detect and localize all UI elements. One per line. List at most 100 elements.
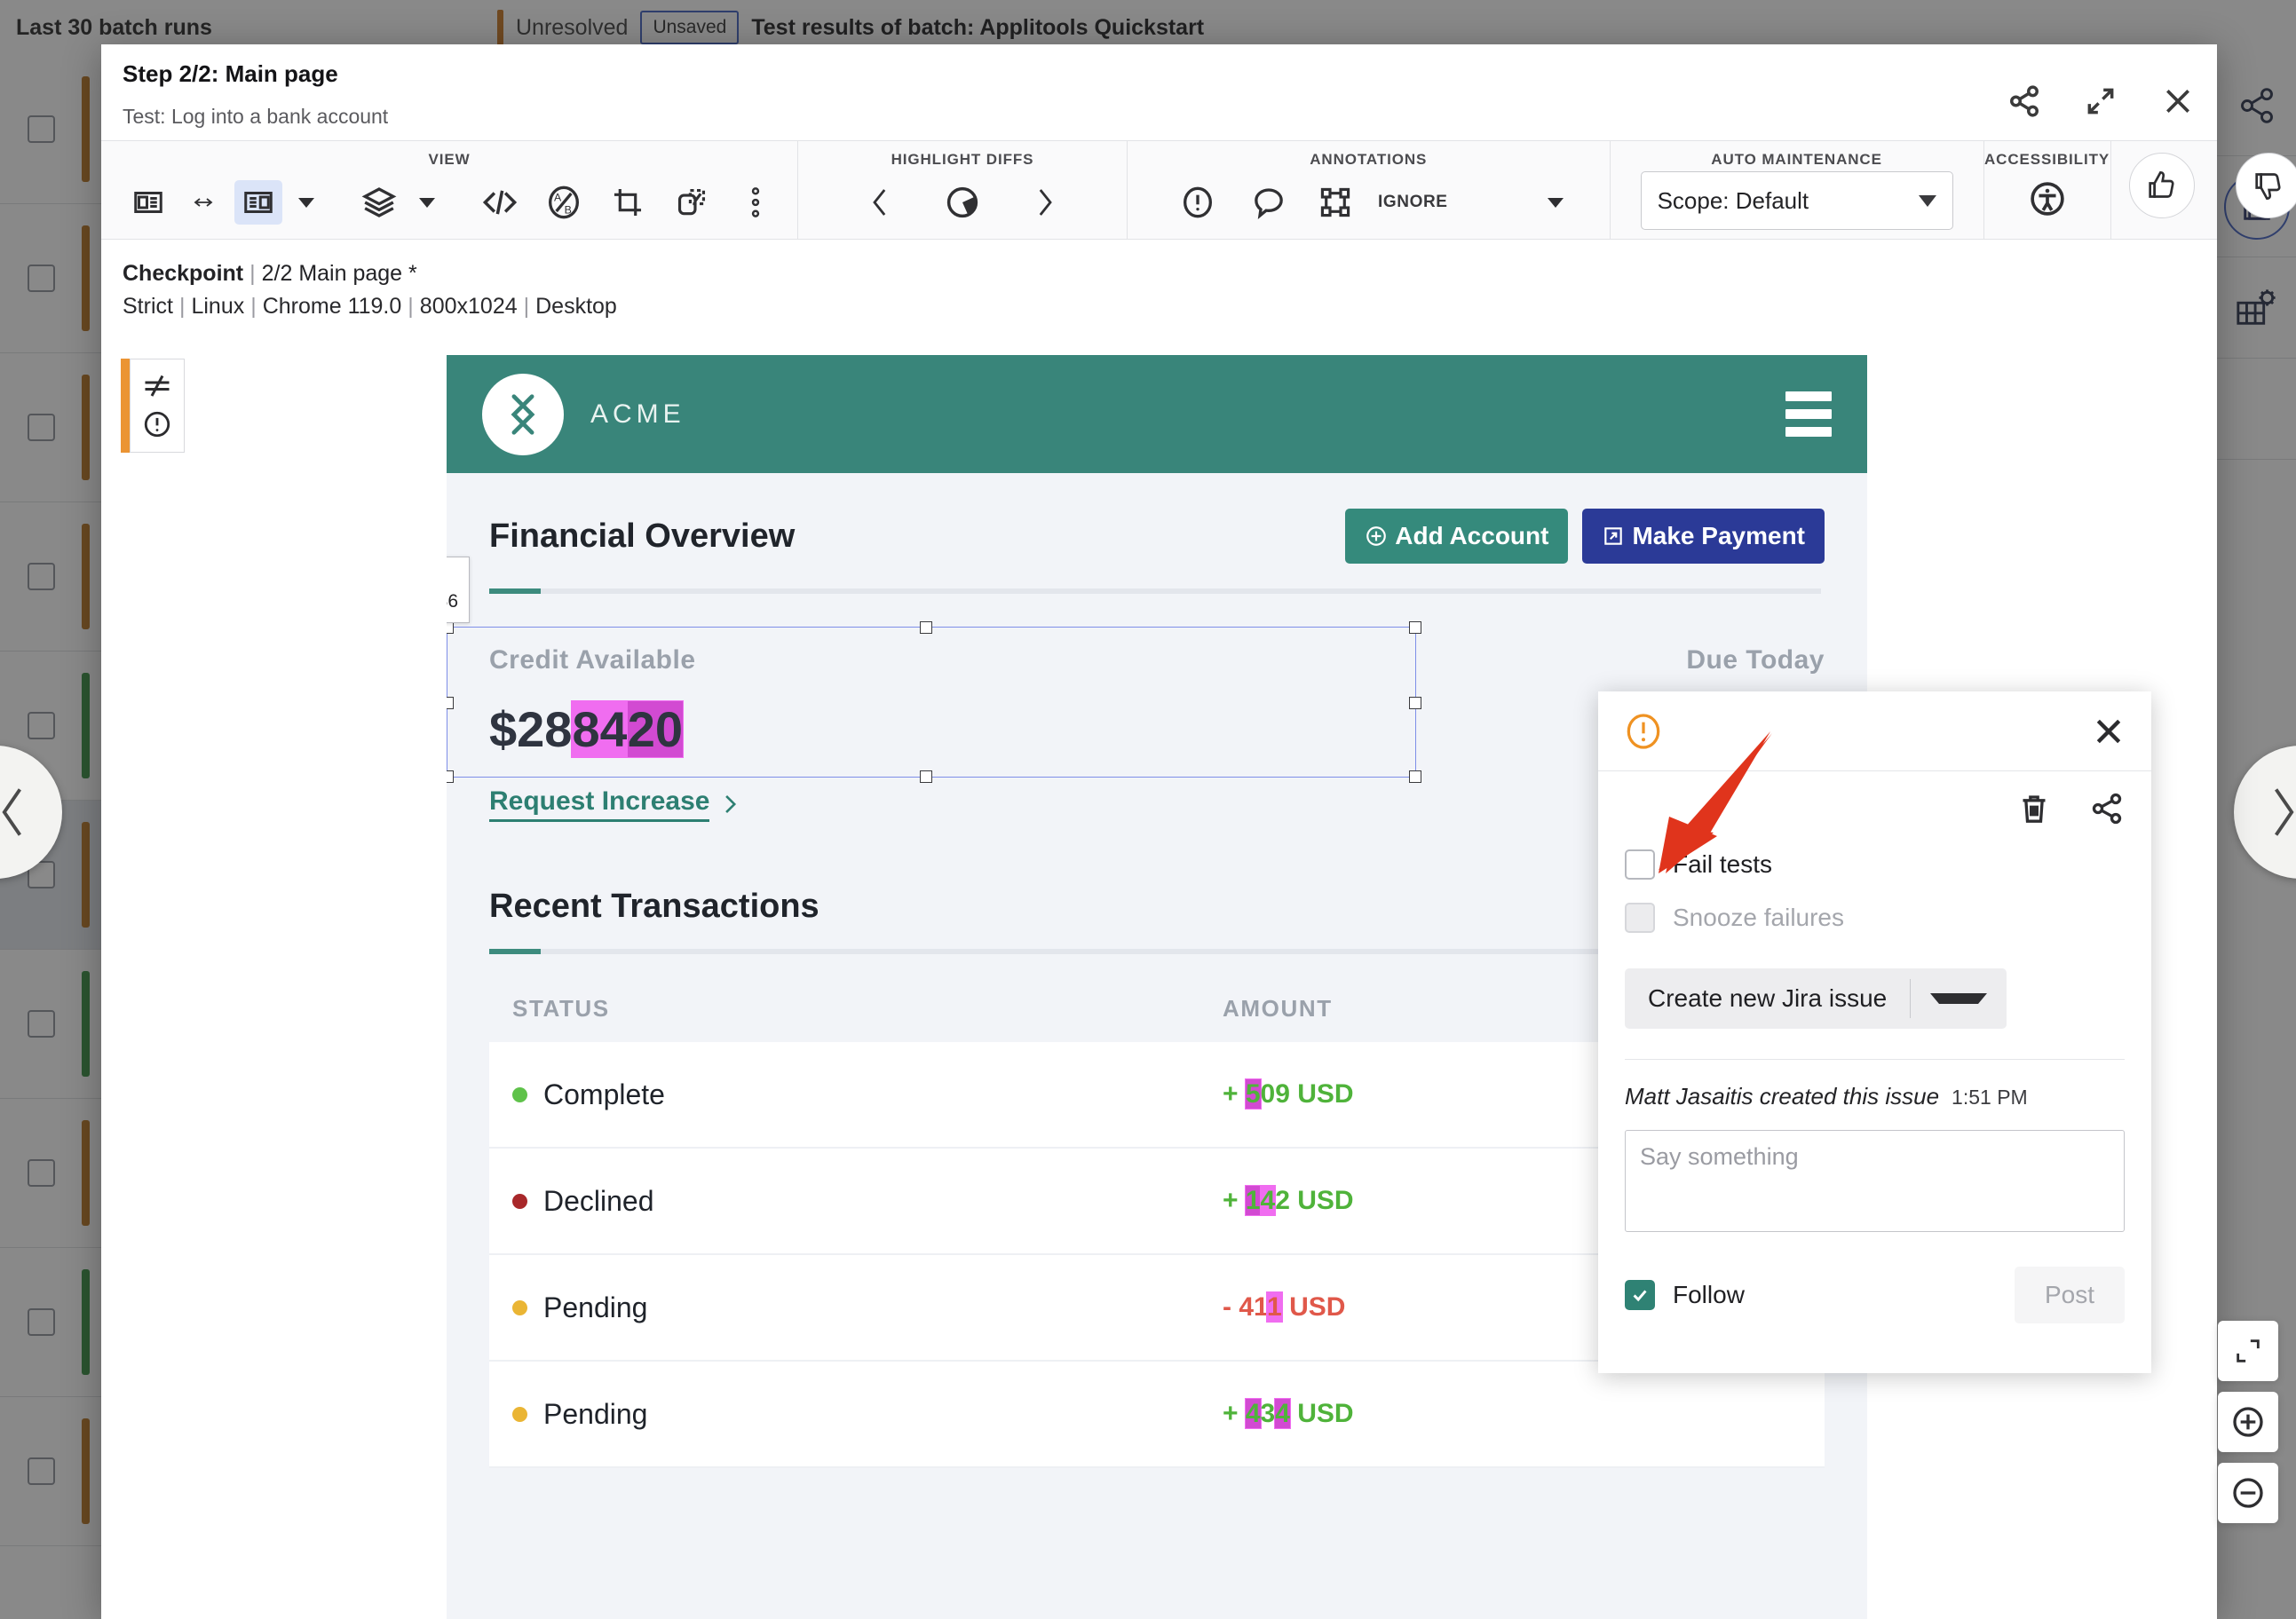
snooze-failures-checkbox: [1625, 903, 1655, 933]
follow-row[interactable]: Follow: [1625, 1280, 1745, 1310]
checkpoint-device: Desktop: [535, 294, 617, 319]
share-icon[interactable]: [2089, 791, 2125, 826]
credit-value-prefix: $28: [489, 701, 573, 757]
checkpoint-os: Linux: [191, 294, 245, 319]
checkpoint-label: Checkpoint: [123, 261, 244, 286]
acme-brand-name: ACME: [590, 399, 685, 429]
comment-input[interactable]: [1625, 1130, 2125, 1232]
diff-marker-rail[interactable]: [121, 359, 185, 453]
region-h: H: 136: [447, 591, 459, 612]
issue-author-line: Matt Jasaitis created this issue: [1625, 1083, 1940, 1110]
resize-handle-tc[interactable]: [920, 621, 932, 634]
single-view-icon[interactable]: [234, 180, 282, 225]
close-icon[interactable]: [2091, 714, 2126, 749]
request-increase-link[interactable]: Request Increase: [489, 786, 1157, 822]
delete-icon[interactable]: [2016, 791, 2052, 826]
diff-marker-bar: [121, 359, 130, 453]
financial-overview-title: Financial Overview: [489, 517, 796, 555]
svg-text:B: B: [565, 204, 572, 217]
chevron-down-icon[interactable]: [1930, 993, 1988, 1004]
credit-available-label: Credit Available: [489, 645, 696, 675]
modal-toolbar: VIEW A B HIGHLIGHT DIFFS ANNOTATIONS IGN…: [101, 140, 2296, 240]
thumbs-down-button[interactable]: [2235, 153, 2296, 218]
layers-dropdown-caret[interactable]: [419, 197, 435, 208]
code-icon[interactable]: [476, 180, 524, 225]
status-dot: [512, 1086, 527, 1102]
table-row[interactable]: Pending + 434 USD: [489, 1362, 1825, 1468]
fail-tests-row[interactable]: Fail tests: [1625, 849, 2125, 880]
accent-divider: [489, 588, 1821, 594]
not-equal-icon[interactable]: [141, 372, 173, 399]
accessibility-icon[interactable]: [2023, 177, 2071, 221]
ignore-region-icon[interactable]: [1316, 180, 1355, 225]
expand-icon[interactable]: [2084, 84, 2118, 118]
snooze-failures-row: Snooze failures: [1625, 903, 2125, 933]
share-icon[interactable]: [2007, 84, 2041, 118]
resize-handle-tr[interactable]: [1409, 621, 1421, 634]
create-jira-issue-button[interactable]: Create new Jira issue: [1625, 968, 2007, 1029]
zoom-out-button[interactable]: [2218, 1463, 2278, 1523]
status-dot: [512, 1193, 527, 1209]
fail-tests-label: Fail tests: [1673, 850, 1773, 878]
diff-toggle-icon[interactable]: [938, 180, 986, 225]
issue-icon[interactable]: [142, 409, 172, 439]
make-payment-label: Make Payment: [1632, 522, 1805, 549]
scope-select[interactable]: Scope: Default: [1640, 171, 1953, 230]
add-account-button[interactable]: Add Account: [1345, 509, 1569, 564]
side-by-side-view-icon[interactable]: [124, 180, 172, 225]
issue-annotation-icon[interactable]: [1174, 180, 1222, 225]
add-account-label: Add Account: [1395, 522, 1549, 549]
checkpoint-meta: Checkpoint | 2/2 Main page * Strict | Linux |…: [123, 261, 617, 319]
issue-timestamp: 1:51 PM: [1952, 1086, 2028, 1109]
toolbar-group-view: VIEW A B: [101, 141, 798, 239]
resize-handle-tl[interactable]: [447, 621, 454, 634]
ab-compare-icon[interactable]: A B: [540, 180, 588, 225]
thumbs-up-button[interactable]: [2128, 153, 2195, 218]
toolbar-group-highlight-diffs-label: HIGHLIGHT DIFFS: [891, 151, 1034, 168]
ignore-label: IGNORE: [1378, 193, 1448, 211]
previous-diff-icon[interactable]: [857, 180, 905, 225]
status-text: Declined: [543, 1184, 654, 1217]
view-dropdown-caret[interactable]: [298, 197, 314, 208]
acme-site-header: ACME: [447, 355, 1867, 473]
post-comment-button[interactable]: Post: [2014, 1267, 2125, 1323]
status-dot: [512, 1406, 527, 1422]
more-options-icon[interactable]: [732, 180, 780, 225]
create-jira-issue-label: Create new Jira issue: [1648, 984, 1888, 1012]
resize-handle-ml[interactable]: [447, 697, 454, 709]
fit-screen-button[interactable]: [2218, 1321, 2278, 1381]
amount-text: + 142 USD: [1223, 1186, 1354, 1215]
toolbar-group-highlight-diffs: HIGHLIGHT DIFFS: [798, 141, 1128, 239]
select-region-icon[interactable]: [668, 180, 716, 225]
credit-value-diff-bright: 84: [572, 701, 628, 757]
resize-handle-bl[interactable]: [447, 770, 454, 783]
step-title: Step 2/2: Main page: [123, 60, 338, 87]
next-diff-icon[interactable]: [1020, 180, 1068, 225]
checkpoint-browser: Chrome 119.0: [262, 294, 402, 319]
zoom-controls: [2218, 1321, 2278, 1523]
snooze-failures-label: Snooze failures: [1673, 904, 1845, 931]
toolbar-group-view-label: VIEW: [428, 151, 471, 168]
amount-text: - 411 USD: [1223, 1292, 1346, 1322]
annotation-popup: Fail tests Snooze failures Create new Ji…: [1598, 691, 2151, 1373]
due-today-label: Due Today: [1686, 645, 1825, 675]
crop-icon[interactable]: [604, 180, 652, 225]
toolbar-group-auto-maintenance: AUTO MAINTENANCE Scope: Default: [1611, 141, 1984, 239]
region-dimensions-tooltip: X: 96Y: 191 W: 542H: 136: [447, 557, 471, 623]
hamburger-menu-icon[interactable]: [1785, 391, 1832, 437]
toolbar-group-annotations: ANNOTATIONS IGNORE: [1128, 141, 1611, 239]
test-name: Test: Log into a bank account: [123, 105, 389, 128]
fail-tests-checkbox[interactable]: [1625, 849, 1655, 880]
make-payment-button[interactable]: Make Payment: [1582, 509, 1825, 564]
warning-icon: [1627, 713, 1660, 749]
checkpoint-name: 2/2 Main page *: [261, 261, 417, 286]
checkpoint-match-level: Strict: [123, 294, 173, 319]
annotation-dropdown-caret[interactable]: [1547, 197, 1564, 208]
comment-annotation-icon[interactable]: [1245, 180, 1293, 225]
toolbar-group-annotations-label: ANNOTATIONS: [1310, 151, 1428, 168]
zoom-in-button[interactable]: [2218, 1392, 2278, 1452]
follow-checkbox[interactable]: [1625, 1280, 1655, 1310]
layers-icon[interactable]: [355, 180, 403, 225]
close-icon[interactable]: [2160, 83, 2196, 119]
credit-available-card: Credit Available $288420 Request Increas…: [489, 645, 1157, 822]
